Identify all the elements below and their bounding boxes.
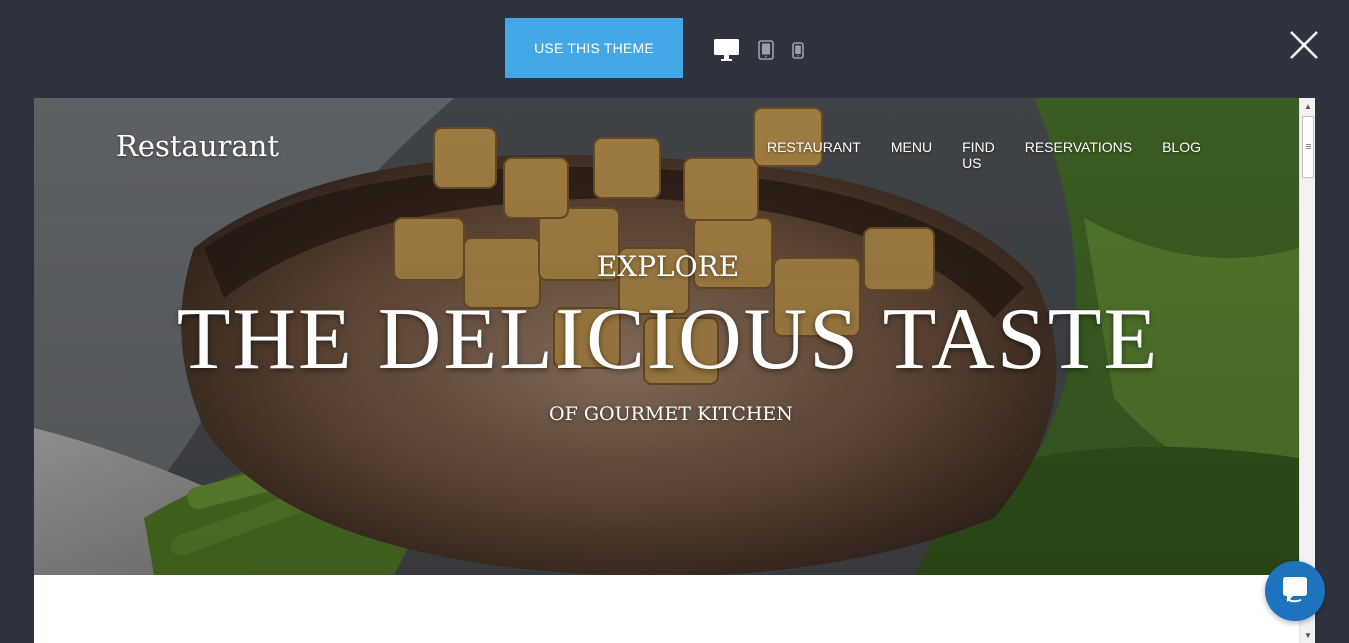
chat-icon[interactable] bbox=[1265, 561, 1325, 621]
nav-item-reservations[interactable]: RESERVATIONS bbox=[1025, 139, 1132, 171]
nav-item-menu[interactable]: MENU bbox=[891, 139, 932, 171]
nav-item-restaurant[interactable]: RESTAURANT bbox=[767, 139, 861, 171]
site-nav: RESTAURANT MENU FIND US RESERVATIONS BLO… bbox=[756, 139, 1201, 171]
hero-kicker: EXPLORE bbox=[596, 250, 740, 283]
theme-preview-frame: Restaurant RESTAURANT MENU FIND US RESER… bbox=[34, 98, 1315, 643]
nav-item-find-us[interactable]: FIND US bbox=[962, 139, 995, 171]
close-icon[interactable] bbox=[1287, 28, 1321, 62]
scroll-thumb[interactable] bbox=[1302, 116, 1314, 178]
site-brand[interactable]: Restaurant bbox=[116, 129, 279, 163]
use-this-theme-button[interactable]: USE THIS THEME bbox=[505, 18, 683, 78]
mobile-icon[interactable] bbox=[792, 42, 804, 64]
nav-item-blog[interactable]: BLOG bbox=[1162, 139, 1201, 171]
theme-preview-toolbar: USE THIS THEME bbox=[0, 0, 1349, 98]
hero-section: Restaurant RESTAURANT MENU FIND US RESER… bbox=[34, 98, 1299, 575]
scroll-up-arrow-icon[interactable]: ▲ bbox=[1300, 98, 1315, 114]
hero-headline: THE DELICIOUS TASTE bbox=[176, 291, 1160, 388]
scroll-down-arrow-icon[interactable]: ▼ bbox=[1300, 627, 1315, 643]
tablet-icon[interactable] bbox=[758, 40, 774, 65]
desktop-icon[interactable] bbox=[713, 38, 740, 67]
hero-subline: OF GOURMET KITCHEN bbox=[549, 403, 793, 425]
